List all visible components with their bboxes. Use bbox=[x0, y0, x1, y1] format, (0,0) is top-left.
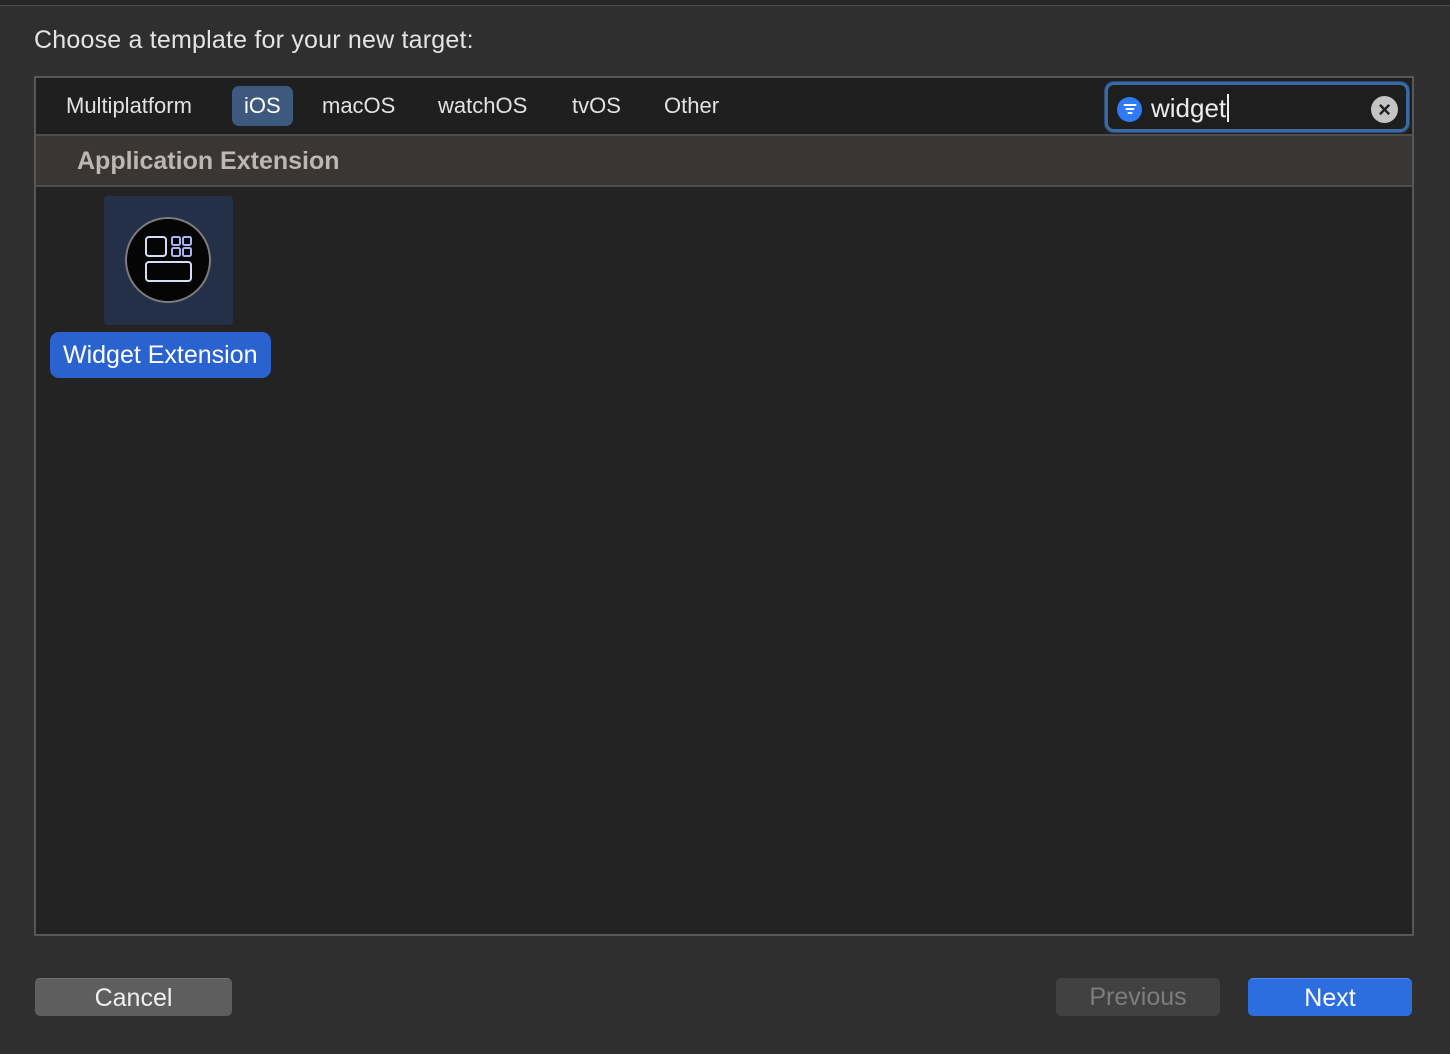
next-button[interactable]: Next bbox=[1248, 978, 1412, 1016]
tab-multiplatform[interactable]: Multiplatform bbox=[54, 86, 204, 126]
template-label-widget-extension[interactable]: Widget Extension bbox=[50, 332, 271, 378]
widget-extension-icon bbox=[125, 217, 211, 303]
search-field[interactable]: widget × bbox=[1105, 82, 1409, 132]
platform-tab-bar: Multiplatform iOS macOS watchOS tvOS Oth… bbox=[36, 78, 1412, 136]
cancel-button[interactable]: Cancel bbox=[35, 978, 232, 1016]
tab-watchos[interactable]: watchOS bbox=[426, 86, 539, 126]
section-title: Application Extension bbox=[77, 147, 340, 175]
tab-tvos[interactable]: tvOS bbox=[560, 86, 633, 126]
sheet-title: Choose a template for your new target: bbox=[34, 26, 474, 54]
text-caret bbox=[1227, 94, 1230, 122]
tab-macos[interactable]: macOS bbox=[310, 86, 407, 126]
template-tile-widget-extension[interactable] bbox=[104, 196, 233, 325]
clear-icon[interactable]: × bbox=[1371, 96, 1398, 123]
search-input-text: widget bbox=[1151, 93, 1227, 123]
previous-button[interactable]: Previous bbox=[1056, 978, 1220, 1016]
search-input[interactable]: widget bbox=[1151, 93, 1230, 123]
filter-icon[interactable] bbox=[1117, 97, 1142, 122]
template-chooser-panel: Multiplatform iOS macOS watchOS tvOS Oth… bbox=[34, 76, 1414, 936]
window-top-edge bbox=[0, 0, 1450, 6]
tab-ios[interactable]: iOS bbox=[232, 86, 293, 126]
section-header: Application Extension bbox=[36, 136, 1412, 187]
tab-other[interactable]: Other bbox=[652, 86, 731, 126]
